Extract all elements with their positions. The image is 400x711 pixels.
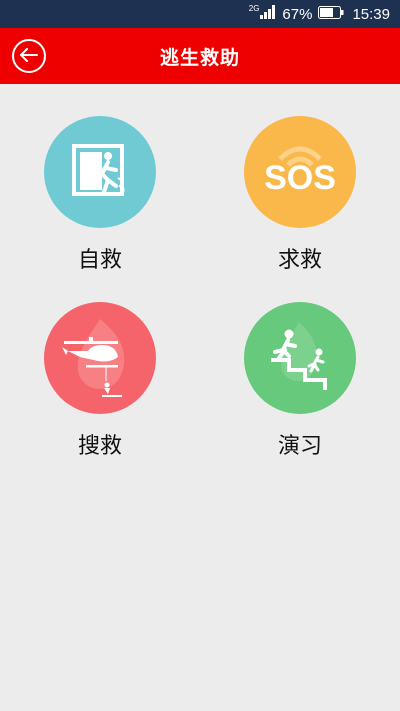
tile-search-rescue[interactable]: 搜救 <box>20 302 180 472</box>
battery-icon <box>318 5 344 23</box>
tile-self-rescue[interactable]: 自救 <box>20 116 180 286</box>
page-title: 逃生救助 <box>159 46 240 69</box>
drill-circle <box>244 302 356 414</box>
signal-icon <box>260 5 276 23</box>
helicopter-rescue-icon <box>50 311 150 405</box>
sos-icon: SOS <box>255 135 345 209</box>
tile-drill-label: 演习 <box>277 434 322 459</box>
app-header: 逃生救助 <box>0 28 400 84</box>
tile-self-rescue-label: 自救 <box>77 248 122 273</box>
tile-sos[interactable]: SOS 求救 <box>220 116 380 286</box>
tile-sos-label: 求救 <box>277 248 322 273</box>
search-rescue-circle <box>44 302 156 414</box>
sos-circle: SOS <box>244 116 356 228</box>
status-bar: 2G 67% 15:39 <box>0 0 400 28</box>
battery-percent: 67% <box>282 5 313 23</box>
network-type: 2G <box>248 3 260 13</box>
stair-runners-drill-icon <box>255 316 345 400</box>
back-arrow-icon <box>20 47 38 66</box>
emergency-exit-icon <box>68 140 132 204</box>
tile-search-rescue-label: 搜救 <box>77 434 122 459</box>
back-button[interactable] <box>12 39 46 73</box>
tile-drill[interactable]: 演习 <box>220 302 380 472</box>
self-rescue-circle <box>44 116 156 228</box>
svg-text:SOS: SOS <box>264 159 336 197</box>
clock: 15:39 <box>352 5 390 23</box>
